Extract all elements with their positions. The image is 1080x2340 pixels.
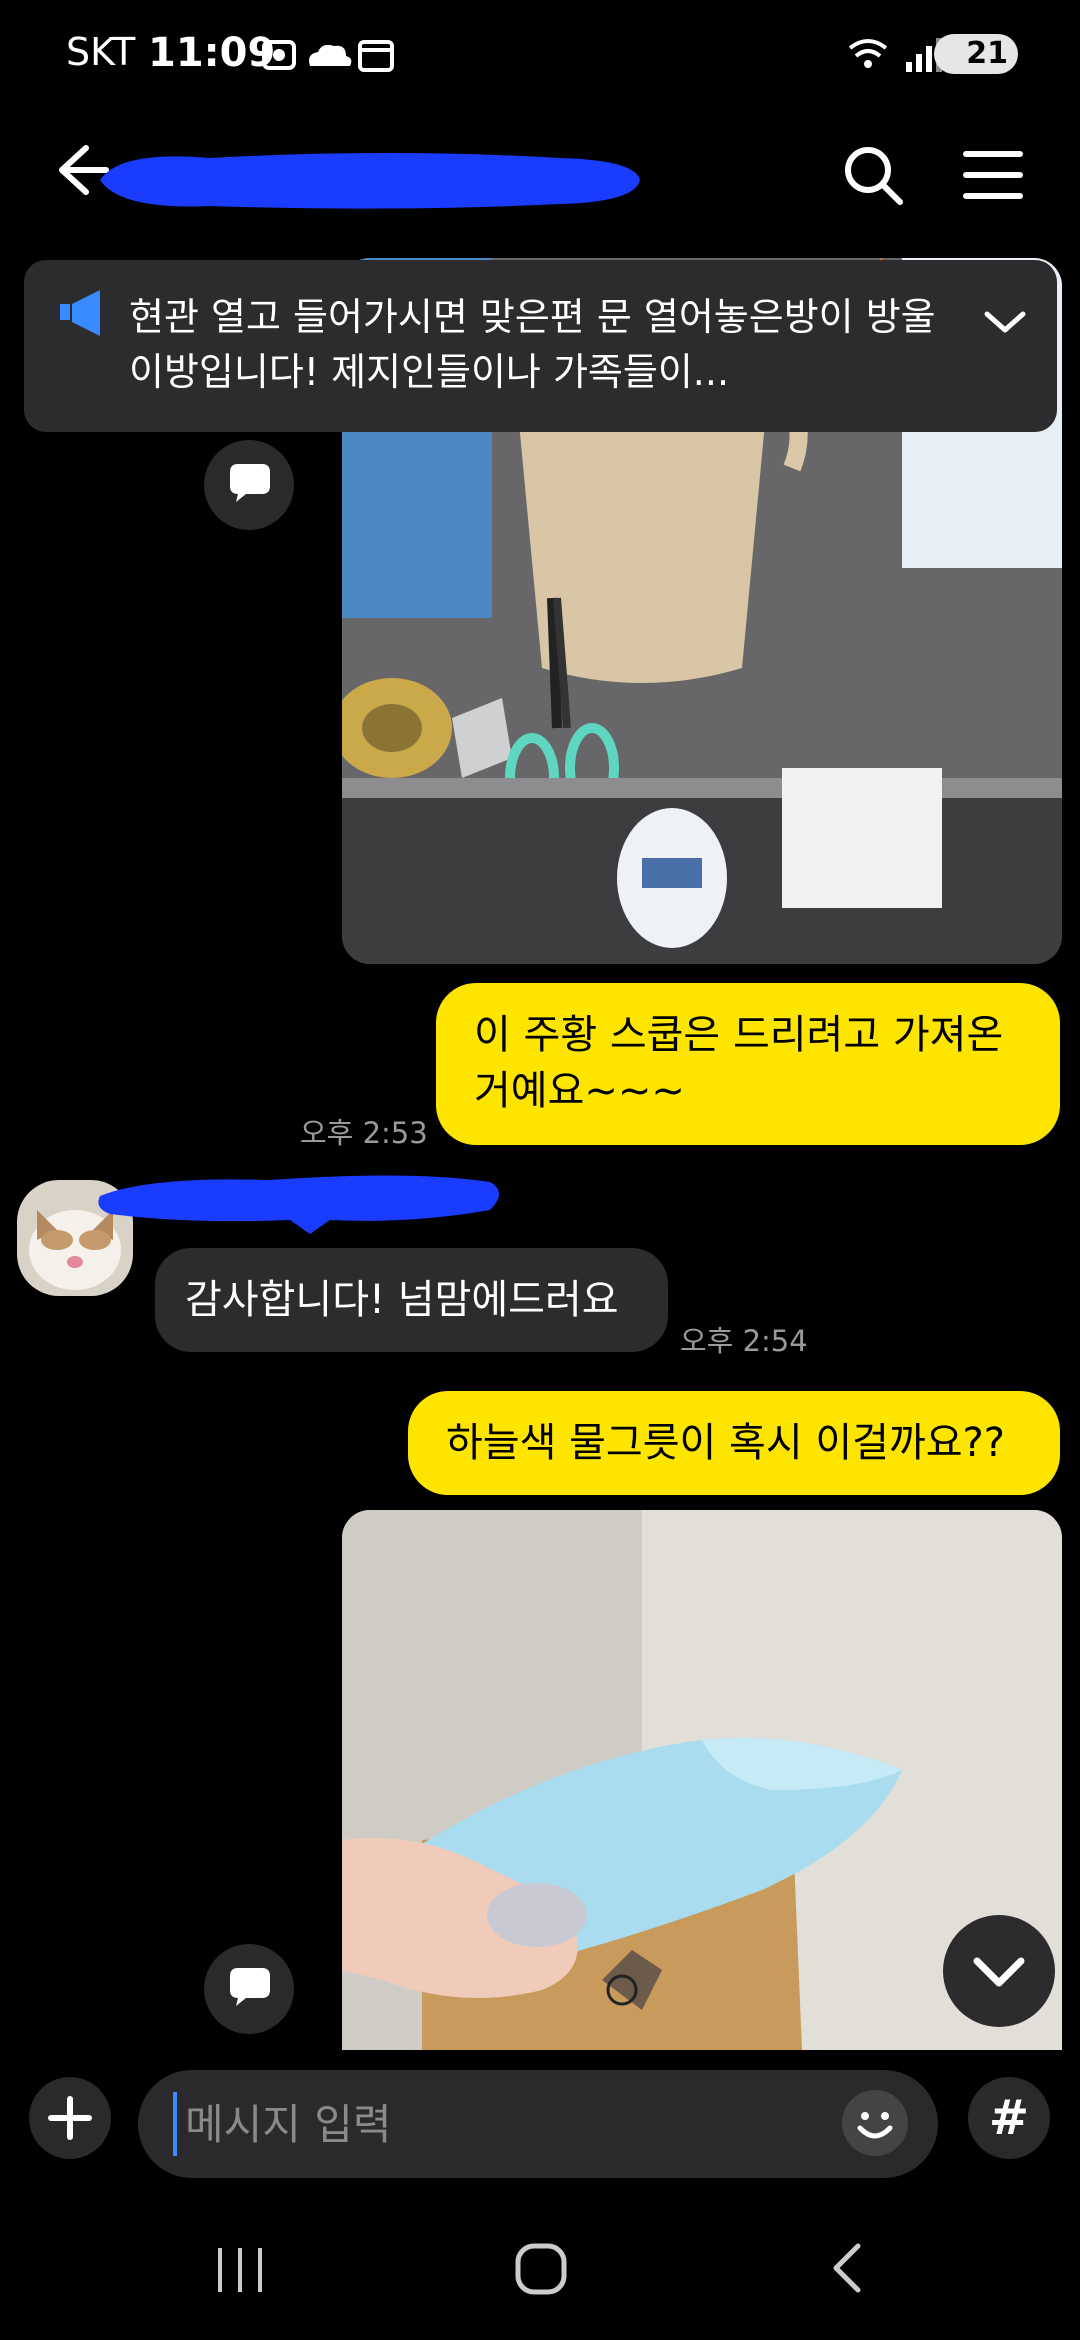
message-text: 하늘색 물그릇이 혹시 이걸까요??	[446, 1420, 1006, 1466]
recent-apps-icon[interactable]	[210, 2240, 270, 2300]
emoji-icon[interactable]	[840, 2088, 910, 2158]
scroll-to-bottom-button[interactable]	[943, 1915, 1055, 2027]
message-bubble-other: 감사합니다! 넘맘에드러요	[155, 1248, 668, 1352]
status-notification-icons	[262, 40, 394, 72]
message-bubble-mine: 이 주황 스쿱은 드리려고 가져온 거예요~~~	[436, 983, 1060, 1145]
home-icon[interactable]	[512, 2238, 572, 2298]
back-nav-icon[interactable]	[820, 2238, 880, 2298]
battery-indicator: 21	[934, 34, 1018, 74]
megaphone-icon	[60, 290, 100, 336]
chevron-down-icon	[973, 1957, 1025, 1987]
hashtag-button[interactable]: #	[968, 2077, 1050, 2159]
message-time: 오후 2:53	[300, 1116, 428, 1150]
message-input-container	[138, 2070, 938, 2178]
search-icon[interactable]	[838, 140, 908, 210]
message-input[interactable]	[173, 2092, 825, 2156]
speech-bubble-icon	[230, 1968, 270, 2006]
notice-text: 현관 열고 들어가시면 맞은편 문 열어놓은방이 방울이방입니다! 제지인들이나…	[129, 295, 936, 394]
title-redaction	[100, 153, 640, 209]
message-bubble-mine: 하늘색 물그릇이 혹시 이걸까요??	[408, 1391, 1060, 1495]
sender-name-redaction	[98, 1175, 499, 1234]
share-button[interactable]	[204, 440, 294, 530]
status-bar: SKT 11:09 21	[0, 0, 1080, 110]
chevron-down-icon[interactable]	[983, 300, 1027, 344]
system-nav-bar	[0, 2200, 1080, 2340]
notice-banner[interactable]: 현관 열고 들어가시면 맞은편 문 열어놓은방이 방울이방입니다! 제지인들이나…	[24, 260, 1057, 432]
carrier-label: SKT	[66, 30, 136, 74]
plus-icon	[48, 2096, 92, 2140]
menu-icon[interactable]	[958, 140, 1028, 210]
message-text: 이 주황 스쿱은 드리려고 가져온 거예요~~~	[474, 1012, 1004, 1114]
share-button[interactable]	[204, 1944, 294, 2034]
attach-button[interactable]	[29, 2077, 111, 2159]
speech-bubble-icon	[230, 464, 270, 502]
signal-icons	[848, 38, 942, 72]
clock: 11:09	[148, 30, 276, 76]
message-text: 감사합니다! 넘맘에드러요	[185, 1277, 619, 1323]
message-time: 오후 2:54	[680, 1324, 808, 1358]
